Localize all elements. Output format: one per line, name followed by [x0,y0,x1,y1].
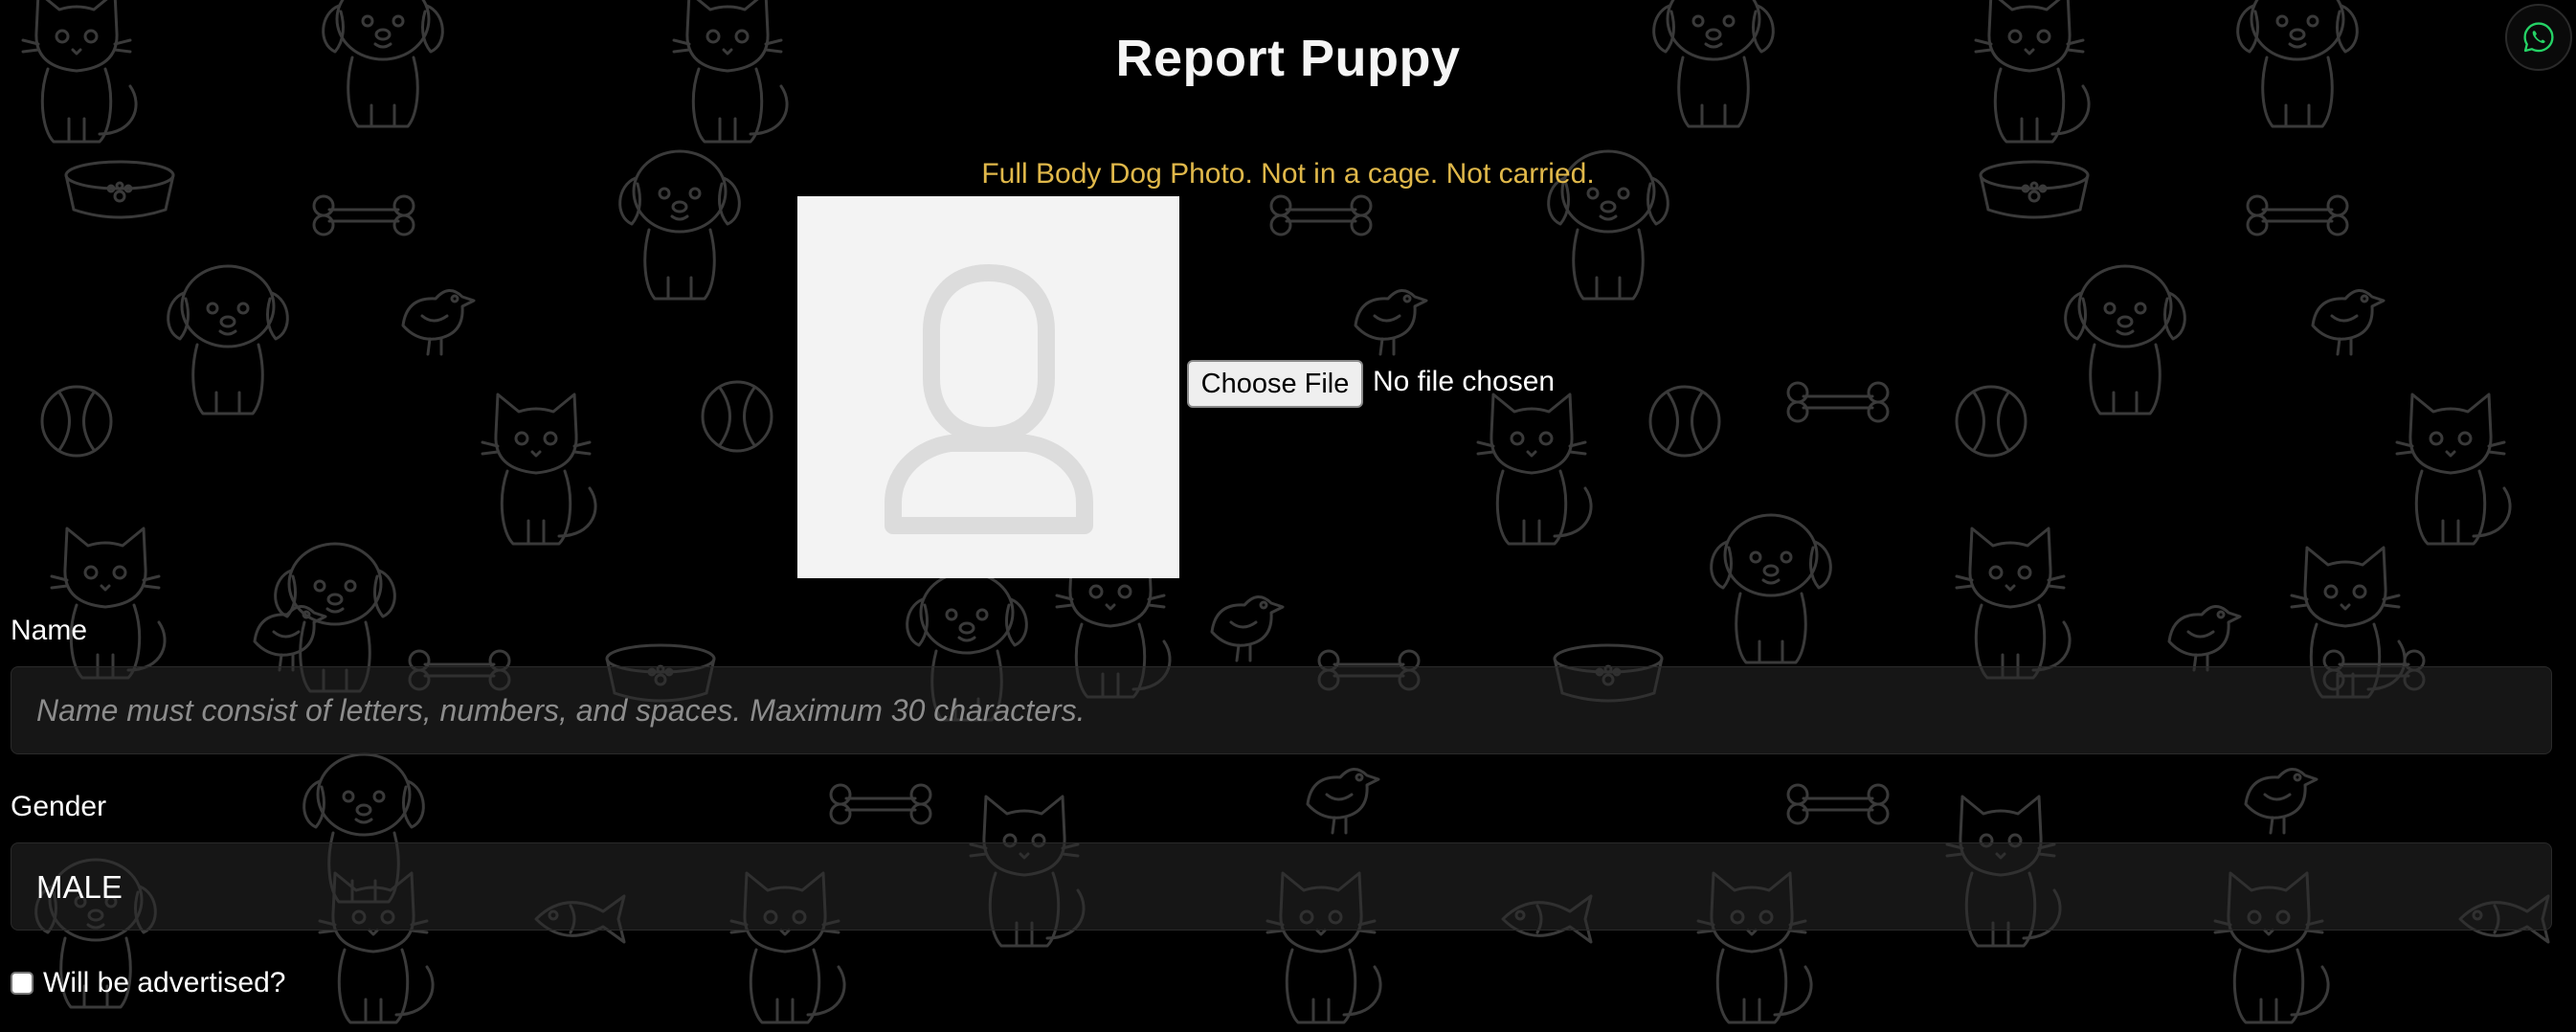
photo-preview[interactable] [797,196,1179,578]
gender-selected-value: MALE [36,869,123,905]
page-title: Report Puppy [1115,30,1461,87]
name-label: Name [11,615,88,646]
name-field-container [11,666,2552,754]
gender-select[interactable]: MALE [11,842,2552,931]
whatsapp-button[interactable] [2505,4,2572,71]
advertise-label: Will be advertised? [43,967,286,998]
whatsapp-icon [2523,22,2554,53]
advertise-option: Will be advertised? [11,965,285,1001]
photo-hint: Full Body Dog Photo. Not in a cage. Not … [981,158,1595,190]
choose-file-button[interactable]: Choose File [1187,360,1363,408]
file-status: No file chosen [1373,366,1556,397]
gender-label: Gender [11,791,107,822]
report-form: Report Puppy Full Body Dog Photo. Not in… [0,0,2576,1032]
advertise-checkbox[interactable] [11,972,34,995]
name-input[interactable] [11,667,2551,753]
report-puppy-page: Report Puppy Full Body Dog Photo. Not in… [0,0,2576,1032]
avatar-placeholder-icon [885,263,1093,534]
